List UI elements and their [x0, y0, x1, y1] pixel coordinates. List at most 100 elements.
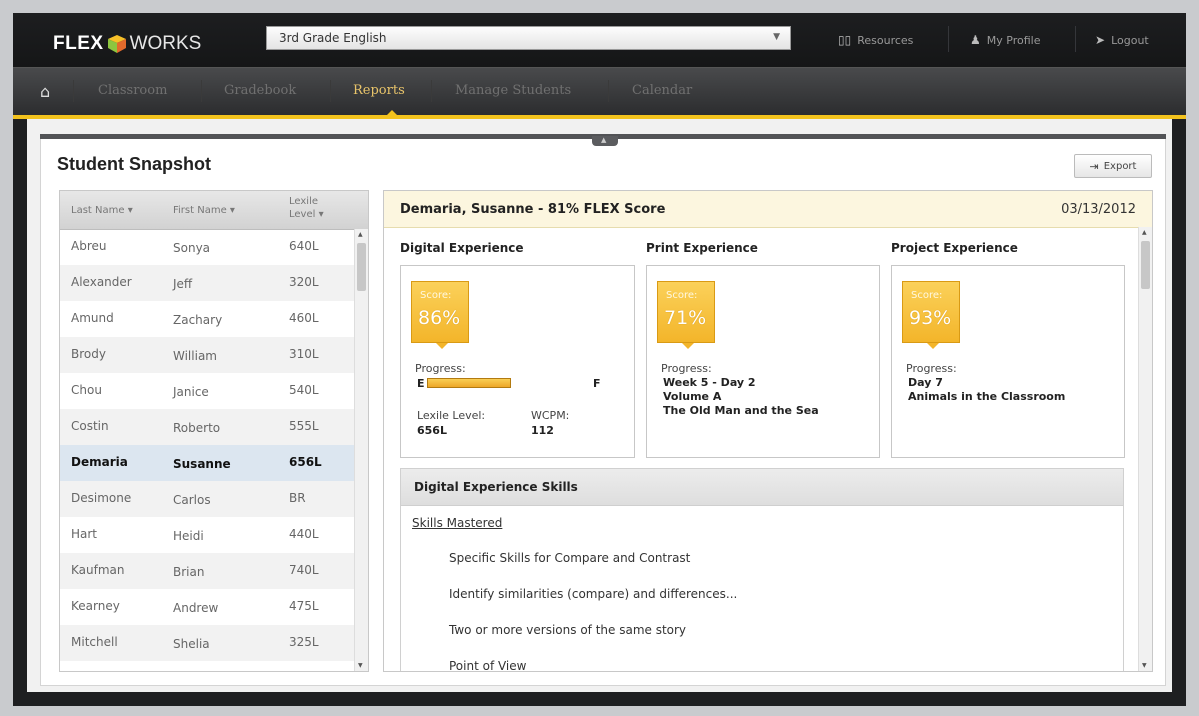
nav-reports[interactable]: Reports: [353, 83, 405, 98]
skills-section: Digital Experience Skills Skills Mastere…: [400, 468, 1124, 672]
table-row[interactable]: Mitchell Shelia 325L: [60, 625, 354, 661]
progress-from: E: [417, 377, 425, 390]
first-name-cell: Roberto: [173, 421, 221, 435]
table-row[interactable]: Abreu Sonya 640L: [60, 229, 354, 265]
progress-project-title: Animals in the Classroom: [908, 390, 1066, 403]
scroll-up-icon[interactable]: ▲: [358, 231, 363, 238]
report-date: 03/13/2012: [1061, 202, 1136, 217]
lexile-cell: 555L: [289, 419, 319, 433]
nav-manage-students[interactable]: Manage Students: [455, 83, 571, 98]
page-title: Student Snapshot: [57, 154, 211, 174]
last-name-cell: Alexander: [71, 275, 132, 289]
user-icon: ♟: [970, 33, 981, 47]
table-row[interactable]: Kaufman Brian 740L: [60, 553, 354, 589]
score-value: 71%: [664, 307, 707, 329]
resources-label: Resources: [857, 33, 914, 47]
lexile-cell: 640L: [289, 239, 319, 253]
cube-logo-icon: [107, 34, 127, 54]
first-name-cell: Brian: [173, 565, 205, 579]
lexile-label: Lexile Level:: [417, 409, 486, 422]
table-row[interactable]: Costin Roberto 555L: [60, 409, 354, 445]
first-name-cell: Shelia: [173, 637, 210, 651]
flexworks-logo[interactable]: FLEX WORKS: [53, 32, 201, 56]
col-first-name[interactable]: First Name ▾: [173, 205, 235, 216]
last-name-cell: Costin: [71, 419, 109, 433]
logout-link[interactable]: ➤ Logout: [1095, 33, 1149, 47]
table-row[interactable]: Alexander Jeff 320L: [60, 265, 354, 301]
skills-mastered-link[interactable]: Skills Mastered: [412, 516, 502, 530]
scroll-down-icon[interactable]: ▼: [358, 662, 363, 669]
last-name-cell: Brody: [71, 347, 106, 361]
skill-item: Two or more versions of the same story: [449, 623, 687, 637]
table-row[interactable]: Kearney Andrew 475L: [60, 589, 354, 625]
course-select[interactable]: 3rd Grade English ▼: [266, 26, 791, 50]
logout-label: Logout: [1111, 33, 1149, 47]
digital-experience-title: Digital Experience: [400, 241, 524, 255]
lexile-cell: 475L: [289, 599, 319, 613]
logo-text-flex: FLEX: [53, 33, 104, 54]
lexile-cell: 656L: [289, 455, 322, 469]
score-label: Score:: [420, 290, 452, 301]
first-name-cell: Janice: [173, 385, 209, 399]
last-name-cell: Demaria: [71, 455, 128, 469]
print-experience-card: Score: 71% Progress: Week 5 - Day 2 Volu…: [646, 265, 880, 458]
progress-volume: Volume A: [663, 390, 722, 403]
lexile-cell: 310L: [289, 347, 319, 361]
nav-calendar[interactable]: Calendar: [632, 83, 692, 98]
scroll-down-icon[interactable]: ▼: [1142, 662, 1147, 669]
student-list-scrollbar[interactable]: ▲ ▼: [354, 229, 368, 671]
lexile-cell: 460L: [289, 311, 319, 325]
detail-scrollbar[interactable]: ▲ ▼: [1138, 227, 1152, 671]
progress-day: Day 7: [908, 376, 943, 389]
lexile-cell: 740L: [289, 563, 319, 577]
scrollbar-thumb[interactable]: [357, 243, 366, 291]
divider: [608, 80, 609, 102]
home-icon[interactable]: ⌂: [40, 82, 50, 101]
table-row[interactable]: Demaria Susanne 656L: [60, 445, 354, 481]
table-row[interactable]: Hart Heidi 440L: [60, 517, 354, 553]
last-name-cell: Chou: [71, 383, 102, 397]
last-name-cell: Desimone: [71, 491, 132, 505]
collapse-handle[interactable]: ▲: [592, 136, 618, 146]
first-name-cell: Carlos: [173, 493, 211, 507]
export-button[interactable]: ⇥ Export: [1074, 154, 1152, 178]
nav-gradebook[interactable]: Gradebook: [224, 83, 296, 98]
last-name-cell: Hart: [71, 527, 98, 541]
col-last-name[interactable]: Last Name ▾: [71, 205, 133, 216]
score-value: 93%: [909, 307, 952, 329]
wcpm-value: 112: [531, 424, 554, 437]
resources-link[interactable]: ▯▯ Resources: [838, 33, 913, 47]
skill-item: Specific Skills for Compare and Contrast: [449, 551, 691, 565]
table-row[interactable]: Chou Janice 540L: [60, 373, 354, 409]
logo-text-works: WORKS: [129, 33, 202, 54]
nav-classroom[interactable]: Classroom: [98, 83, 167, 98]
col-first-name-label: First Name: [173, 205, 227, 216]
lexile-value: 656L: [417, 424, 447, 437]
sort-icon: ▾: [127, 205, 133, 216]
table-row[interactable]: Brody William 310L: [60, 337, 354, 373]
book-icon: ▯▯: [838, 33, 852, 47]
first-name-cell: Sonya: [173, 241, 211, 255]
student-detail: Demaria, Susanne - 81% FLEX Score 03/13/…: [383, 190, 1153, 672]
course-select-value: 3rd Grade English: [279, 31, 387, 45]
progress-week: Week 5 - Day 2: [663, 376, 756, 389]
score-value: 86%: [418, 307, 461, 329]
col-lexile[interactable]: Lexile Level ▾: [289, 195, 329, 221]
sort-icon: ▾: [318, 209, 324, 220]
first-name-cell: Andrew: [173, 601, 219, 615]
scrollbar-thumb[interactable]: [1141, 241, 1150, 289]
table-row[interactable]: Amund Zachary 460L: [60, 301, 354, 337]
my-profile-label: My Profile: [986, 33, 1041, 47]
skill-item: Point of View: [449, 659, 527, 672]
export-icon: ⇥: [1089, 159, 1099, 173]
progress-label: Progress:: [661, 362, 712, 375]
score-badge: Score: 93%: [902, 281, 960, 349]
my-profile-link[interactable]: ♟ My Profile: [970, 33, 1040, 47]
first-name-cell: Jeff: [173, 277, 193, 291]
student-list: Last Name ▾ First Name ▾ Lexile Level ▾ …: [59, 190, 369, 672]
print-experience-title: Print Experience: [646, 241, 758, 255]
first-name-cell: Zachary: [173, 313, 223, 327]
table-row[interactable]: Desimone Carlos BR: [60, 481, 354, 517]
last-name-cell: Kearney: [71, 599, 120, 613]
scroll-up-icon[interactable]: ▲: [1142, 229, 1147, 236]
